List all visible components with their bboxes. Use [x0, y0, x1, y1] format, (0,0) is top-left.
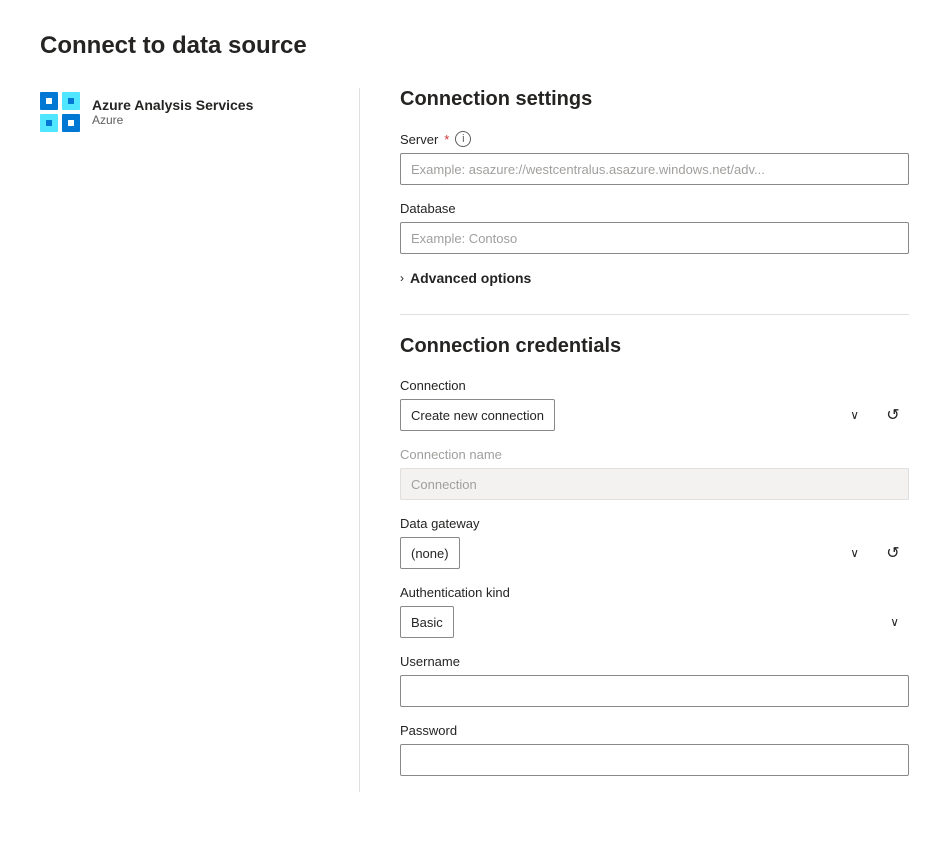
right-panel: Connection settings Server * i Database: [360, 88, 909, 792]
server-required-indicator: *: [444, 132, 449, 147]
content-area: Azure Analysis Services Azure Connection…: [40, 88, 909, 792]
page-title: Connect to data source: [40, 32, 909, 60]
connection-dropdown-wrapper: Create new connection ∨: [400, 399, 869, 431]
auth-kind-dropdown[interactable]: Basic: [400, 606, 454, 638]
connection-field-group: Connection Create new connection ∨ ↺: [400, 378, 909, 431]
data-gateway-field-group: Data gateway (none) ∨ ↺: [400, 516, 909, 569]
password-field-group: Password: [400, 723, 909, 776]
connection-credentials-title: Connection credentials: [400, 335, 909, 358]
section-divider: [400, 314, 909, 315]
connection-settings-title: Connection settings: [400, 88, 909, 111]
data-gateway-dropdown[interactable]: (none): [400, 537, 460, 569]
username-label: Username: [400, 654, 909, 669]
connection-dropdown-container: Create new connection ∨ ↺: [400, 399, 909, 431]
auth-kind-label-text: Authentication kind: [400, 585, 510, 600]
data-gateway-refresh-button[interactable]: ↺: [877, 537, 909, 569]
connection-name-input[interactable]: [400, 468, 909, 500]
data-gateway-dropdown-chevron-icon: ∨: [850, 546, 859, 560]
page-container: Connect to data source: [0, 0, 949, 832]
left-panel: Azure Analysis Services Azure: [40, 88, 360, 792]
connection-field-label: Connection: [400, 378, 909, 393]
password-input[interactable]: [400, 744, 909, 776]
connection-credentials-section: Connection credentials Connection Create…: [400, 335, 909, 776]
connection-name-field-group: Connection name: [400, 447, 909, 500]
database-field-label: Database: [400, 201, 909, 216]
service-info: Azure Analysis Services Azure: [92, 97, 253, 127]
connection-settings-section: Connection settings Server * i Database: [400, 88, 909, 286]
server-info-icon[interactable]: i: [455, 131, 471, 147]
data-gateway-label-text: Data gateway: [400, 516, 480, 531]
data-gateway-label: Data gateway: [400, 516, 909, 531]
connection-name-label-text: Connection name: [400, 447, 502, 462]
service-category: Azure: [92, 113, 253, 127]
advanced-options-chevron-icon: ›: [400, 271, 404, 285]
advanced-options-label: Advanced options: [410, 270, 531, 286]
refresh-icon: ↺: [886, 405, 899, 425]
database-field-group: Database: [400, 201, 909, 254]
connection-dropdown-chevron-icon: ∨: [850, 408, 859, 422]
advanced-options-toggle[interactable]: › Advanced options: [400, 270, 909, 286]
auth-kind-dropdown-chevron-icon: ∨: [890, 615, 899, 629]
server-field-label: Server * i: [400, 131, 909, 147]
gateway-refresh-icon: ↺: [886, 543, 899, 563]
service-name: Azure Analysis Services: [92, 97, 253, 113]
server-label-text: Server: [400, 132, 438, 147]
server-input[interactable]: [400, 153, 909, 185]
password-label-text: Password: [400, 723, 457, 738]
data-gateway-dropdown-wrapper: (none) ∨: [400, 537, 869, 569]
data-gateway-dropdown-container: (none) ∨ ↺: [400, 537, 909, 569]
connection-refresh-button[interactable]: ↺: [877, 399, 909, 431]
azure-analysis-services-icon: [40, 92, 80, 132]
connection-dropdown[interactable]: Create new connection: [400, 399, 555, 431]
connection-name-label: Connection name: [400, 447, 909, 462]
database-input[interactable]: [400, 222, 909, 254]
connection-label-text: Connection: [400, 378, 466, 393]
auth-kind-dropdown-wrapper: Basic ∨: [400, 606, 909, 638]
server-field-group: Server * i: [400, 131, 909, 185]
database-label-text: Database: [400, 201, 456, 216]
username-input[interactable]: [400, 675, 909, 707]
service-item[interactable]: Azure Analysis Services Azure: [40, 92, 327, 132]
auth-kind-field-group: Authentication kind Basic ∨: [400, 585, 909, 638]
username-field-group: Username: [400, 654, 909, 707]
password-label: Password: [400, 723, 909, 738]
auth-kind-label: Authentication kind: [400, 585, 909, 600]
username-label-text: Username: [400, 654, 460, 669]
